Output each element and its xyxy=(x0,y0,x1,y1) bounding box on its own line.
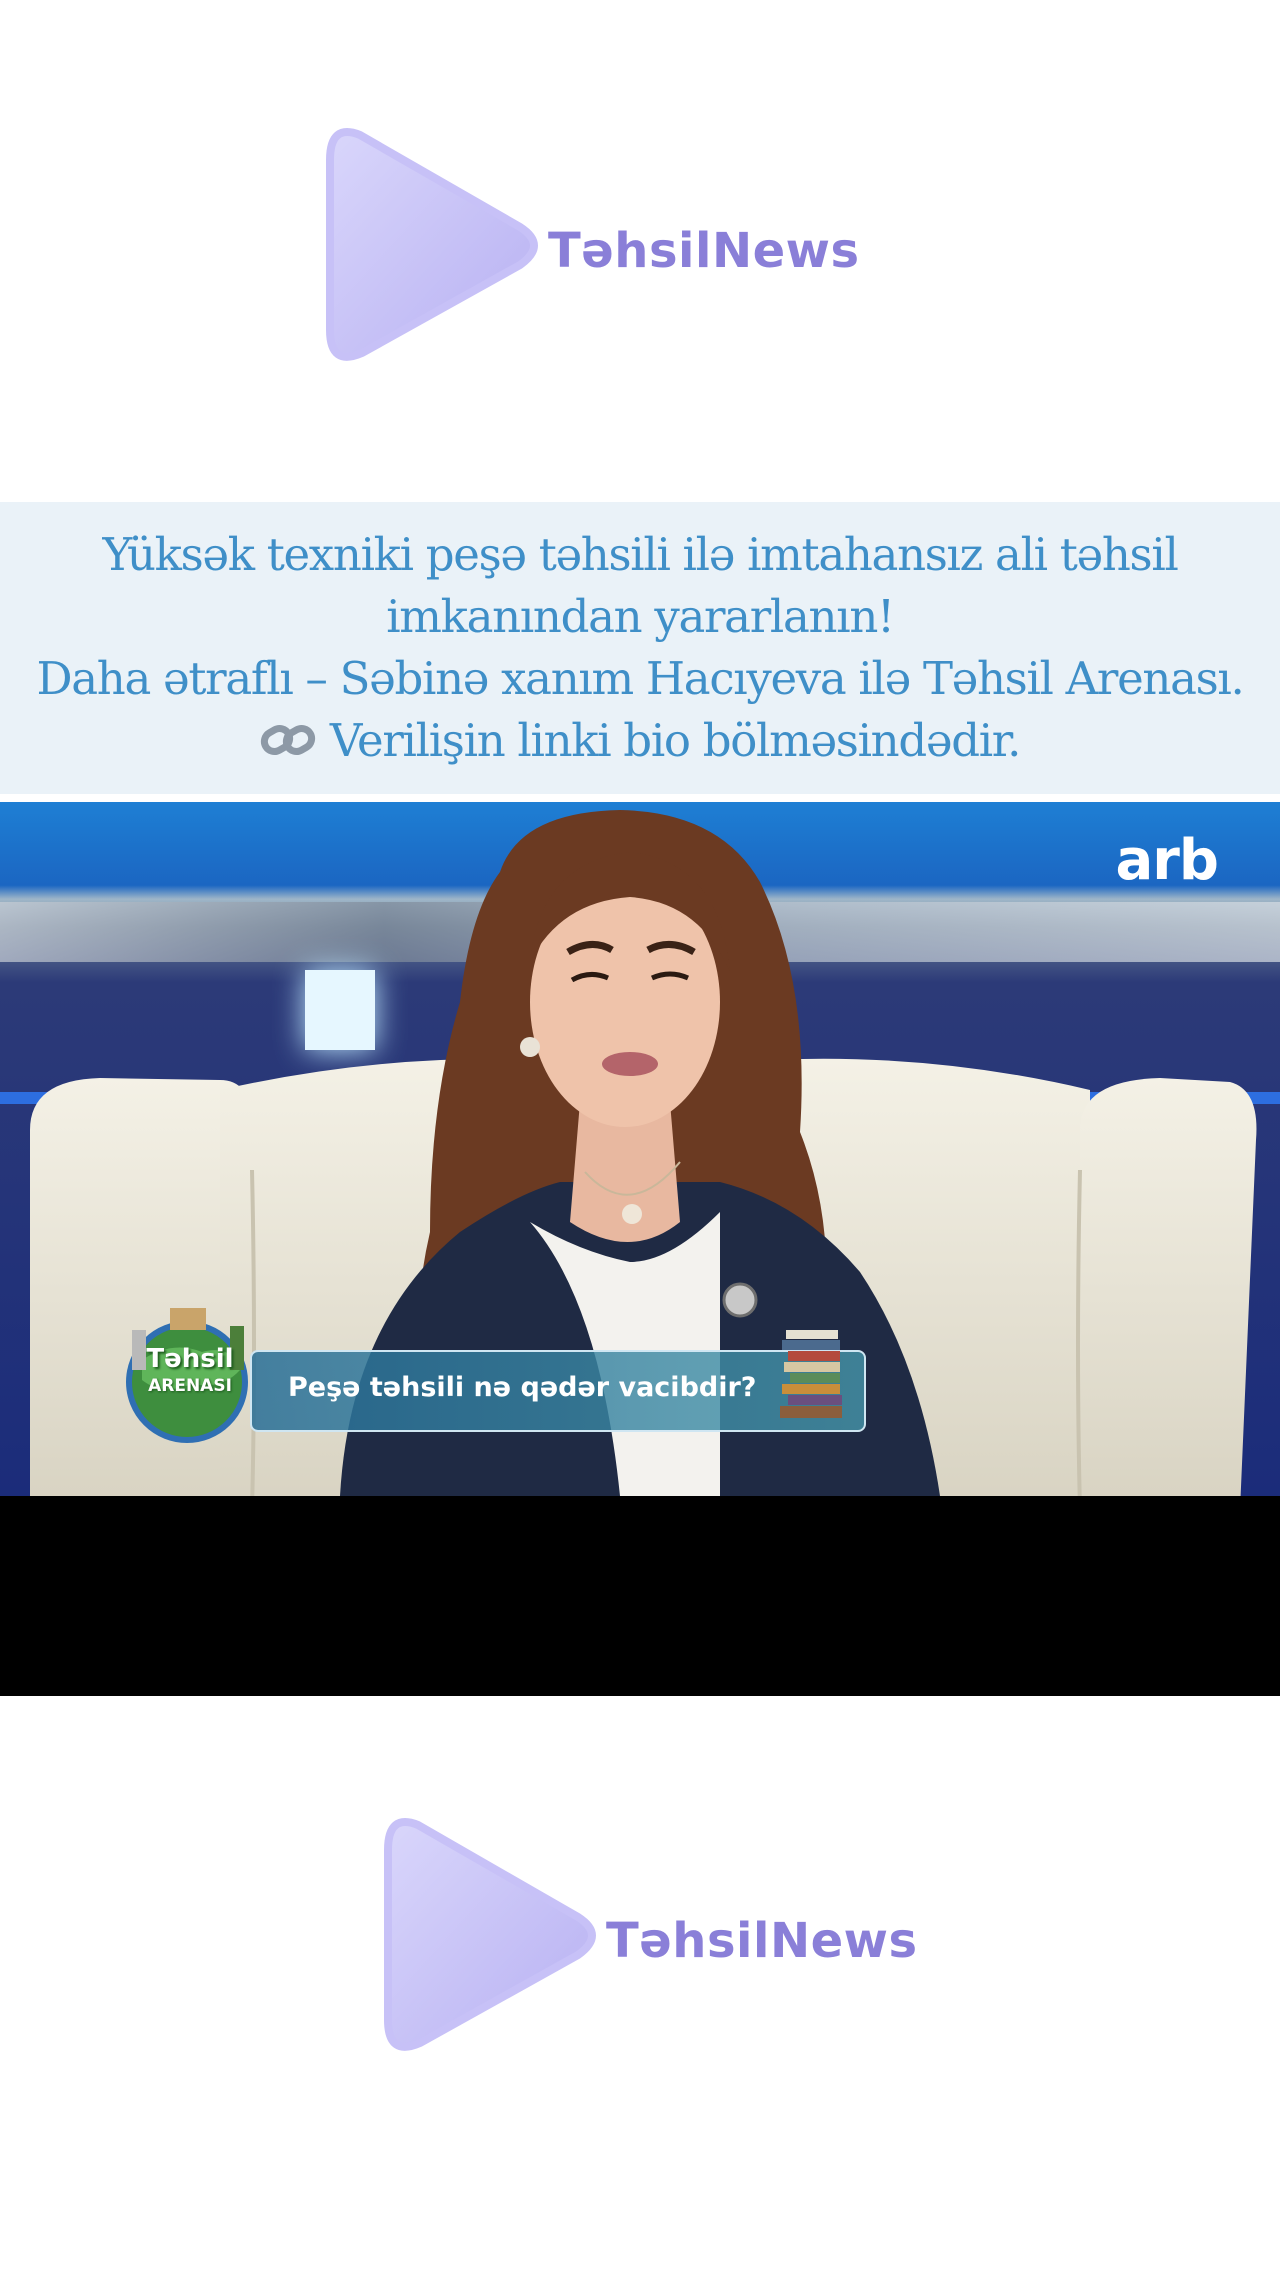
brand-name: TəhsilNews xyxy=(606,1913,918,1969)
lower-third-bar: Peşə təhsili nə qədər vacibdir? xyxy=(250,1350,866,1432)
book-stack-icon xyxy=(780,1330,842,1418)
caption-link-text: Verilişin linki bio bölməsindədir. xyxy=(329,714,1021,767)
brand-logo-top: TəhsilNews xyxy=(320,115,920,375)
globe-icon xyxy=(126,1308,248,1443)
caption-line-2: imkanından yararlanın! xyxy=(386,590,895,643)
brand-name: TəhsilNews xyxy=(548,223,860,279)
link-icon xyxy=(260,725,316,755)
show-badge-title: Təhsil xyxy=(146,1344,234,1374)
caption-line-1: Yüksək texniki peşə təhsili ilə imtahans… xyxy=(102,528,1178,581)
caption-line-3: Daha ətraflı – Səbinə xanım Hacıyeva ilə… xyxy=(36,652,1245,705)
lower-third-title: Peşə təhsili nə qədər vacibdir? xyxy=(288,1372,757,1403)
caption-line-4: Verilişin linki bio bölməsindədir. xyxy=(0,710,1280,772)
show-badge-subtitle: ARENASI xyxy=(148,1376,232,1396)
play-triangle-icon xyxy=(326,128,538,361)
letterbox-band xyxy=(0,1496,1280,1696)
brand-logo-bottom: TəhsilNews xyxy=(378,1805,978,2065)
channel-logo: arb xyxy=(1115,828,1219,893)
play-triangle-icon xyxy=(384,1818,596,2051)
show-badge: Təhsil ARENASI xyxy=(112,1300,262,1450)
video-frame[interactable]: arb Peşə təhsili nə qədər vacibdir? Təhs… xyxy=(0,802,1280,1496)
caption-banner: Yüksək texniki peşə təhsili ilə imtahans… xyxy=(0,502,1280,794)
